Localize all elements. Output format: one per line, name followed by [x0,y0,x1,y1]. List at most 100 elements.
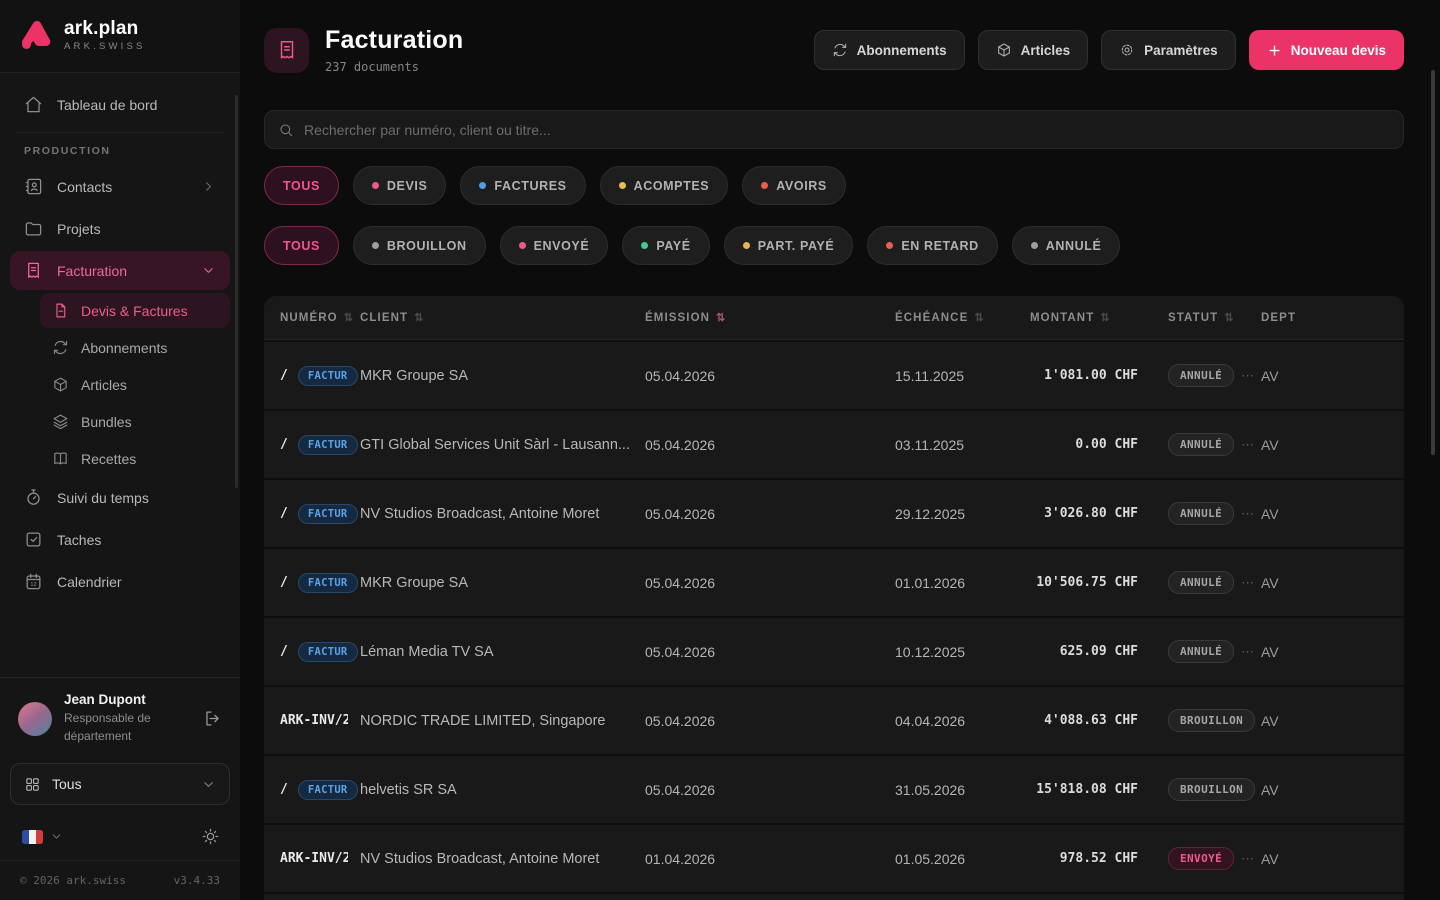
sidebar-item-label: Taches [57,532,101,548]
table-row[interactable]: /FACTUR helvetis SR SA 05.04.2026 31.05.… [264,754,1404,823]
emission-cell: 05.04.2026 [645,713,895,729]
filter-chip-brouillon[interactable]: BROUILLON [353,226,486,265]
brand-name: ark.plan [64,18,146,40]
sidebar-item-devis-factures[interactable]: Devis & Factures [40,293,230,328]
filter-chip-tous-statut[interactable]: TOUS [264,226,339,265]
filter-chip-avoirs[interactable]: AVOIRS [742,166,846,205]
status-badge: ANNULÉ [1168,433,1234,456]
filter-chip-en-retard[interactable]: EN RETARD [867,226,997,265]
more-options-icon[interactable]: ⋯ [1241,368,1254,384]
sidebar-item-articles[interactable]: Articles [40,367,230,402]
echeance-cell: 10.12.2025 [895,644,1030,660]
dept-cell: AV [1261,782,1404,798]
status-filters: TOUS BROUILLON ENVOYÉ PAYÉ PART. PAYÉ EN… [264,226,1120,265]
table-row[interactable]: ARK-INV/2 NORDIC TRADE LIMITED, Singapor… [264,685,1404,754]
status-badge: ENVOYÉ [1168,847,1234,870]
column-header-echeance[interactable]: ÉCHÉANCE⇅ [895,311,1030,324]
filter-chip-devis[interactable]: DEVIS [353,166,447,205]
sort-icon[interactable]: ⇅ [414,311,424,324]
more-options-icon[interactable]: ⋯ [1241,506,1254,522]
status-badge: BROUILLON [1168,709,1255,732]
filter-chip-part-paye[interactable]: PART. PAYÉ [724,226,854,265]
nouveau-devis-button[interactable]: Nouveau devis [1249,30,1404,70]
table-row[interactable]: /FACTUR MKR Groupe SA 05.04.2026 01.01.2… [264,547,1404,616]
status-cell: ANNULÉ⋯ [1138,640,1261,663]
sort-icon-active[interactable]: ⇅ [716,311,726,324]
filter-chip-envoye[interactable]: ENVOYÉ [500,226,609,265]
column-header-numero[interactable]: NUMÉRO⇅ [280,311,360,324]
filter-chip-acomptes[interactable]: ACOMPTES [600,166,729,205]
invoice-number: / [280,437,288,452]
column-header-emission[interactable]: ÉMISSION⇅ [645,311,895,324]
column-header-statut[interactable]: STATUT⇅ [1138,311,1261,324]
documents-count: 237 documents [325,60,463,74]
abonnements-button[interactable]: Abonnements [814,30,965,70]
sidebar-item-contacts[interactable]: Contacts [10,167,230,206]
search-input[interactable] [304,122,1390,138]
sidebar-item-recettes[interactable]: Recettes [40,441,230,476]
column-header-client[interactable]: CLIENT⇅ [360,311,645,324]
sidebar-item-taches[interactable]: Taches [10,520,230,559]
sidebar-item-suivi-du-temps[interactable]: Suivi du temps [10,478,230,517]
table-row[interactable]: /FACTUR NV Studios Broadcast, Antoine Mo… [264,478,1404,547]
numero-cell: /FACTUR [280,504,360,524]
sidebar-scrollbar[interactable] [235,95,238,488]
emission-cell: 05.04.2026 [645,644,895,660]
doc-type-badge: FACTUR [298,435,358,455]
brand-logo[interactable]: ark.plan ARK.SWISS [0,0,240,73]
column-header-dept[interactable]: DEPT [1261,312,1404,324]
parametres-button[interactable]: Paramètres [1101,30,1236,70]
more-options-icon[interactable]: ⋯ [1241,437,1254,453]
filter-chip-annule[interactable]: ANNULÉ [1012,226,1121,265]
ark-logo-icon [18,18,52,52]
status-cell: ANNULÉ⋯ [1138,364,1261,387]
sidebar-item-facturation[interactable]: Facturation [10,251,230,290]
sidebar-item-calendrier[interactable]: 12 Calendrier [10,562,230,601]
sort-icon[interactable]: ⇅ [1224,311,1234,324]
page-scrollbar[interactable] [1431,70,1435,455]
amount-cell: 625.09 CHF [1030,644,1138,659]
table-row[interactable]: /FACTUR GTI Global Services Unit Sàrl - … [264,409,1404,478]
table-row[interactable]: /FACTUR Léman Media TV SA 05.04.2026 10.… [264,616,1404,685]
divider [16,132,224,133]
table-row[interactable]: /FACTUR MKR Groupe SA 05.04.2026 15.11.2… [264,340,1404,409]
home-icon [24,95,43,114]
sort-icon[interactable]: ⇅ [344,311,354,324]
more-options-icon[interactable]: ⋯ [1241,644,1254,660]
sort-icon[interactable]: ⇅ [974,311,984,324]
sidebar-item-bundles[interactable]: Bundles [40,404,230,439]
doc-type-badge: FACTUR [298,504,358,524]
sort-icon[interactable]: ⇅ [1100,311,1110,324]
brand-subname: ARK.SWISS [64,41,146,52]
sidebar: ark.plan ARK.SWISS Tableau de bord PRODU… [0,0,240,900]
filter-chip-label: ENVOYÉ [534,239,590,253]
numero-cell: ARK-INV/2 [280,713,360,728]
filter-chip-tous-type[interactable]: TOUS [264,166,339,205]
table-row[interactable]: ARK-INV/2 GTI Global Services Unit Sàrl … [264,892,1404,900]
column-header-montant[interactable]: MONTANT⇅ [1030,311,1138,324]
more-options-icon[interactable]: ⋯ [1241,851,1254,867]
filter-chip-factures[interactable]: FACTURES [460,166,585,205]
user-profile[interactable]: Jean Dupont Responsable de département [0,677,240,759]
table-row[interactable]: ARK-INV/2 NV Studios Broadcast, Antoine … [264,823,1404,892]
logout-icon[interactable] [203,709,222,728]
sync-icon [832,42,848,58]
scope-select[interactable]: Tous [10,763,230,805]
plus-icon [1267,43,1282,58]
filter-chip-paye[interactable]: PAYÉ [622,226,709,265]
sidebar-item-dashboard[interactable]: Tableau de bord [10,85,230,124]
language-flag-france[interactable] [22,830,43,844]
status-dot [1031,242,1038,249]
invoice-number: / [280,644,288,659]
sun-icon[interactable] [201,827,220,846]
status-dot [372,242,379,249]
sidebar-item-abonnements[interactable]: Abonnements [40,330,230,365]
doc-type-filters: TOUS DEVIS FACTURES ACOMPTES AVOIRS [264,166,846,205]
sidebar-item-projets[interactable]: Projets [10,209,230,248]
client-cell: MKR Groupe SA [360,368,645,384]
emission-cell: 01.04.2026 [645,851,895,867]
articles-button[interactable]: Articles [978,30,1089,70]
numero-cell: /FACTUR [280,573,360,593]
chevron-down-icon[interactable] [50,830,63,843]
more-options-icon[interactable]: ⋯ [1241,575,1254,591]
